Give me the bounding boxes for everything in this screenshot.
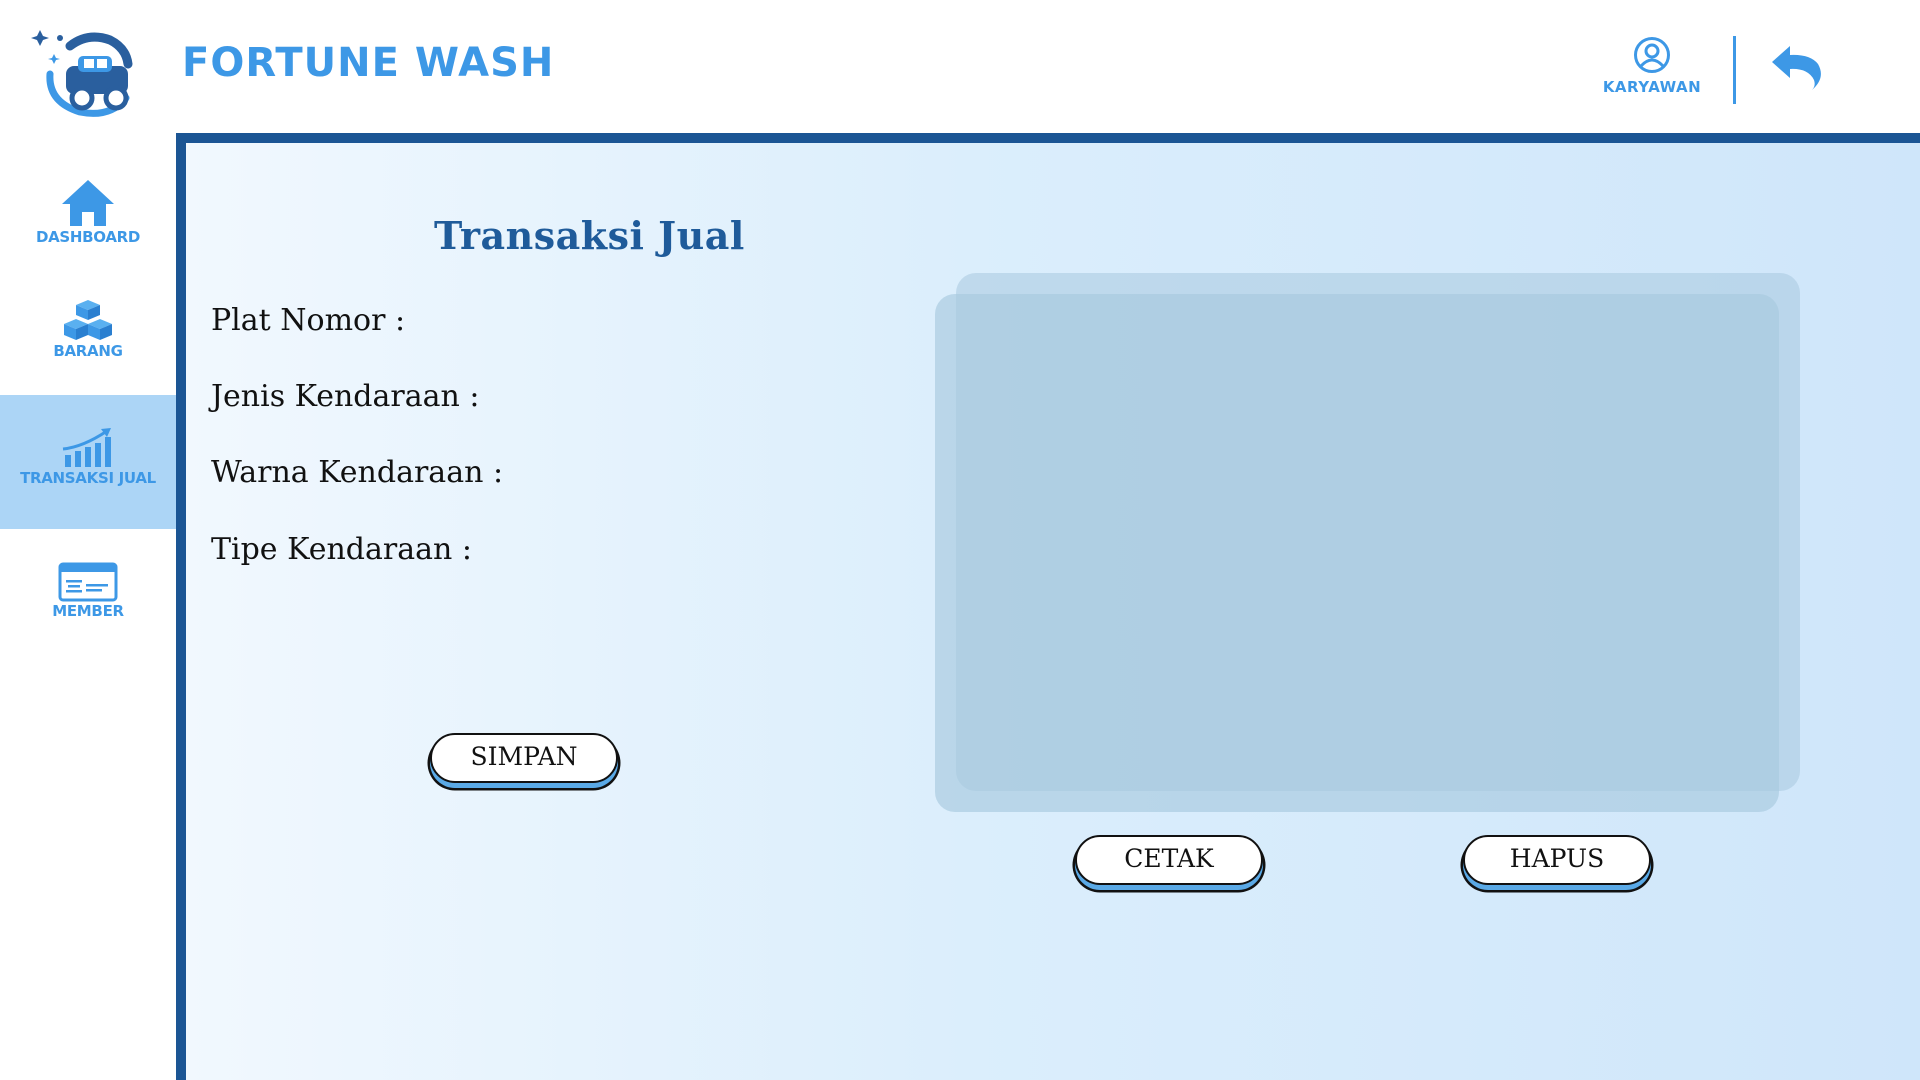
home-icon	[62, 180, 114, 226]
tipe-kendaraan-label: Tipe Kendaraan :	[211, 532, 472, 567]
boxes-icon	[64, 300, 112, 340]
undo-arrow-icon	[1772, 46, 1821, 90]
car-wash-logo	[30, 18, 140, 118]
hapus-button[interactable]: HAPUS	[1463, 835, 1651, 885]
main-panel: Transaksi Jual Plat Nomor : Jenis Kendar…	[176, 133, 1920, 1080]
sidebar-item-label: DASHBOARD	[35, 228, 141, 246]
member-card-icon	[58, 562, 118, 602]
back-button[interactable]	[1768, 42, 1826, 92]
cetak-button[interactable]: CETAK	[1075, 835, 1263, 885]
growth-chart-icon	[62, 428, 111, 467]
page-title: Transaksi Jual	[434, 213, 745, 258]
user-circle-icon	[1634, 37, 1670, 73]
simpan-button[interactable]: SIMPAN	[430, 733, 618, 783]
app-title: FORTUNE WASH	[182, 40, 555, 86]
receipt-preview-area	[935, 294, 1779, 812]
sidebar-item-label: BARANG	[53, 342, 123, 360]
sidebar: DASHBOARD BARANG TRANSAKSI JUAL MEMBER	[0, 140, 176, 1080]
sidebar-item-label: TRANSAKSI JUAL	[20, 469, 156, 487]
sidebar-item-member[interactable]: MEMBER	[0, 562, 176, 662]
user-role-label: KARYAWAN	[1602, 78, 1702, 96]
sidebar-item-label: MEMBER	[52, 602, 124, 620]
user-account[interactable]: KARYAWAN	[1582, 36, 1722, 96]
sidebar-item-barang[interactable]: BARANG	[0, 298, 176, 398]
sidebar-item-dashboard[interactable]: DASHBOARD	[0, 178, 176, 278]
warna-kendaraan-label: Warna Kendaraan :	[211, 455, 504, 490]
plat-nomor-label: Plat Nomor :	[211, 303, 406, 338]
header-divider	[1733, 36, 1736, 104]
jenis-kendaraan-label: Jenis Kendaraan :	[211, 379, 480, 414]
sidebar-item-transaksi-jual[interactable]: TRANSAKSI JUAL	[0, 395, 176, 529]
